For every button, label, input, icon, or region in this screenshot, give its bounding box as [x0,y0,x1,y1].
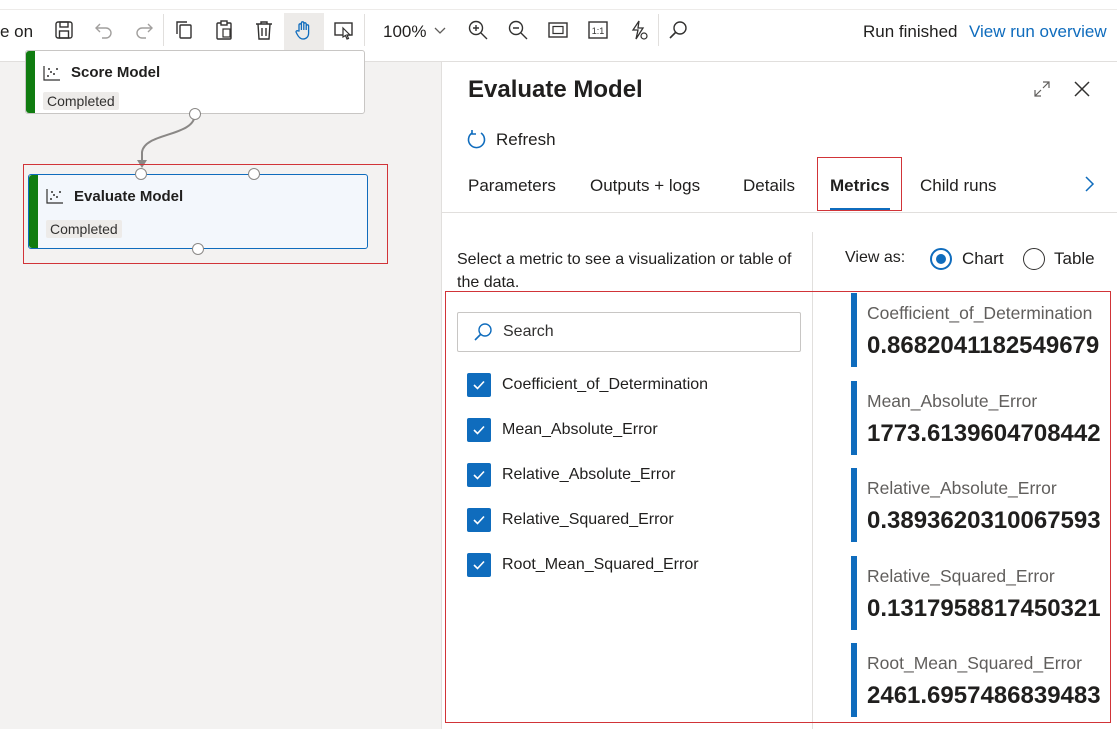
selection-highlight [23,164,388,264]
redo-icon[interactable] [132,18,156,42]
view-table-label[interactable]: Table [1054,249,1095,269]
toolbar-partial-label: e on [0,22,34,41]
node-status-bar [26,51,35,113]
connection-edge [137,113,196,168]
actual-size-icon[interactable]: 1:1 [586,18,610,42]
output-port[interactable] [189,108,201,120]
refresh-button[interactable]: Refresh [466,128,556,152]
chevron-down-icon[interactable] [428,18,452,42]
save-icon[interactable] [52,18,76,42]
zoom-out-icon[interactable] [506,18,530,42]
toolbar-separator [658,14,659,46]
tab-child-runs[interactable]: Child runs [920,176,997,196]
scatter-chart-icon [43,66,60,81]
refresh-icon [467,130,486,149]
tab-highlight [817,157,902,211]
hand-pan-icon[interactable] [292,18,316,42]
tab-outputs-logs[interactable]: Outputs + logs [590,176,700,196]
expand-icon[interactable] [1032,79,1052,99]
zoom-in-icon[interactable] [466,18,490,42]
run-status: Run finished [863,22,958,41]
tab-details[interactable]: Details [743,176,795,196]
view-as-label: View as: [845,249,906,266]
metrics-highlight [445,291,1111,723]
tab-divider [442,212,1117,213]
tab-parameters[interactable]: Parameters [468,176,556,196]
view-chart-label[interactable]: Chart [962,249,1004,269]
close-icon[interactable] [1072,79,1092,99]
metric-hint-text: Select a metric to see a visualization o… [457,251,792,291]
chevron-right-icon[interactable] [1079,174,1099,194]
auto-layout-icon[interactable] [626,18,650,42]
toolbar-top-divider [0,9,1117,10]
view-run-overview-link[interactable]: View run overview [969,22,1107,42]
refresh-label: Refresh [496,130,556,149]
copy-icon[interactable] [172,18,196,42]
svg-text:1:1: 1:1 [592,26,605,36]
delete-icon[interactable] [252,18,276,42]
pipeline-canvas[interactable]: Score Model Completed Evaluate Model Com… [0,50,441,729]
toolbar-separator [364,14,365,46]
view-chart-radio[interactable] [930,248,952,270]
toolbar-separator [163,14,164,46]
undo-icon[interactable] [92,18,116,42]
select-mode-icon[interactable] [332,18,356,42]
fit-to-screen-icon[interactable] [546,18,570,42]
paste-icon[interactable] [212,18,236,42]
panel-title: Evaluate Model [468,76,643,103]
node-status-badge: Completed [43,92,119,110]
zoom-level[interactable]: 100% [383,22,426,42]
score-model-node[interactable]: Score Model Completed [25,50,365,114]
search-icon[interactable] [666,18,690,42]
node-title: Score Model [71,64,161,81]
details-panel: Evaluate Model Refresh Parameters Output… [441,62,1117,729]
view-table-radio[interactable] [1023,248,1045,270]
